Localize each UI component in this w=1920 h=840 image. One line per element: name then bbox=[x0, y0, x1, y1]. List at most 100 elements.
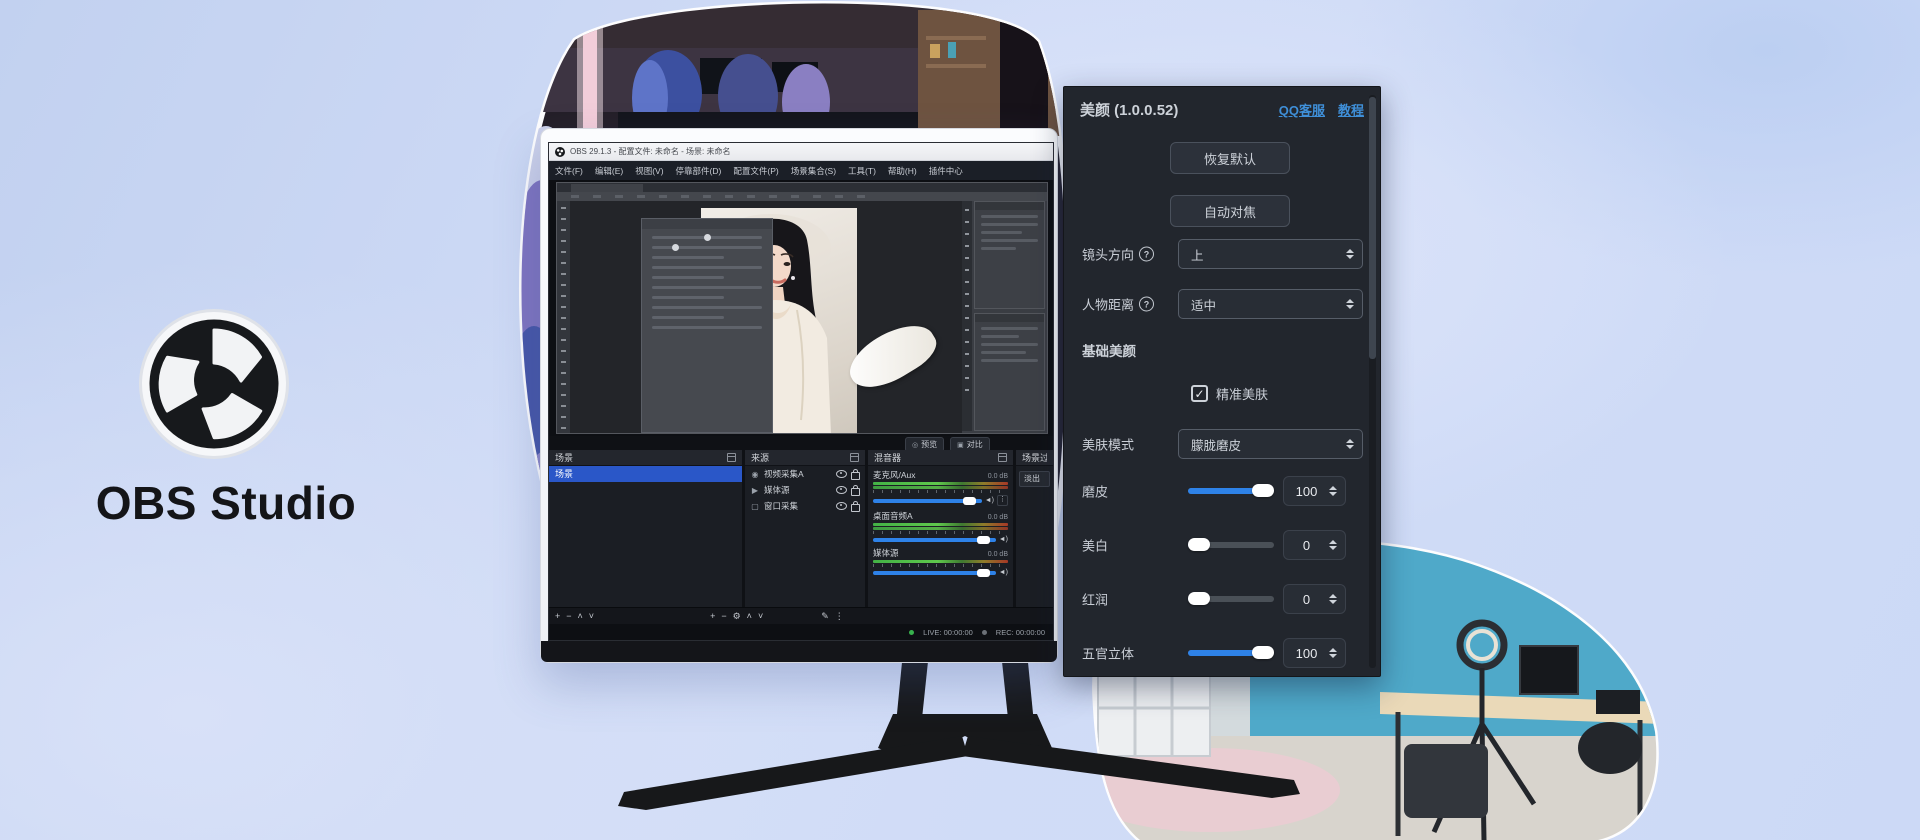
lock-icon[interactable] bbox=[851, 472, 860, 480]
mixer-dock-title: 混音器 bbox=[874, 451, 901, 464]
menu-scene-collection[interactable]: 场景集合(S) bbox=[785, 165, 842, 177]
spinner-updown-icon[interactable] bbox=[1329, 540, 1345, 550]
menu-edit[interactable]: 编辑(E) bbox=[589, 165, 629, 177]
skin-mode-label: 美肤模式 bbox=[1082, 435, 1134, 454]
chevron-updown-icon bbox=[1346, 439, 1362, 449]
facial-depth-value-spinner[interactable]: 100 bbox=[1283, 638, 1346, 668]
mixer-pen-icon[interactable]: ✎ bbox=[821, 612, 829, 621]
person-distance-select[interactable]: 适中 bbox=[1178, 289, 1363, 319]
channel-menu-icon[interactable]: ⋮ bbox=[997, 495, 1008, 506]
whitening-value-spinner[interactable]: 0 bbox=[1283, 530, 1346, 560]
source-row[interactable]: ▢ 窗口采集 bbox=[745, 498, 865, 514]
scene-down-icon[interactable]: ˅ bbox=[589, 612, 594, 621]
help-icon[interactable]: ? bbox=[1139, 297, 1154, 312]
whitening-slider[interactable] bbox=[1188, 542, 1274, 548]
add-scene-icon[interactable]: + bbox=[555, 612, 560, 621]
source-down-icon[interactable]: ˅ bbox=[758, 612, 763, 621]
person-distance-label: 人物距离 bbox=[1082, 295, 1134, 314]
transitions-dock-title: 场景过渡 bbox=[1022, 451, 1047, 464]
menu-help[interactable]: 帮助(H) bbox=[882, 165, 923, 177]
spinner-updown-icon[interactable] bbox=[1329, 486, 1345, 496]
smoothing-value-spinner[interactable]: 100 bbox=[1283, 476, 1346, 506]
help-icon[interactable]: ? bbox=[1139, 247, 1154, 262]
page: OBS Studio OBS 29.1.3 - 配置文件: 未命名 - 场景: … bbox=[0, 0, 1920, 840]
scene-list-item-selected[interactable]: 场景 bbox=[549, 466, 742, 482]
monitor-stand bbox=[600, 652, 1320, 822]
transition-select[interactable]: 淡出 bbox=[1020, 472, 1049, 486]
mixer-channel: 麦克风/Aux0.0 dB ◄)⋮ bbox=[873, 469, 1008, 506]
chevron-updown-icon bbox=[1346, 249, 1362, 259]
monitor-chin bbox=[541, 641, 1057, 662]
panel-title: 美颜 (1.0.0.52) bbox=[1080, 99, 1178, 120]
facial-depth-slider[interactable] bbox=[1188, 650, 1274, 656]
volume-slider[interactable] bbox=[873, 538, 996, 542]
scenes-dock: 场景 场景 bbox=[549, 450, 742, 607]
target-icon: ◎ bbox=[912, 441, 918, 449]
remove-source-icon[interactable]: − bbox=[721, 612, 726, 621]
tutorial-link[interactable]: 教程 bbox=[1338, 100, 1364, 119]
meter-ticks bbox=[873, 490, 1008, 493]
rosy-value-spinner[interactable]: 0 bbox=[1283, 584, 1346, 614]
whitening-label: 美白 bbox=[1082, 536, 1108, 555]
lock-icon[interactable] bbox=[851, 488, 860, 496]
basic-beauty-section-title: 基础美颜 bbox=[1082, 340, 1136, 360]
volume-slider[interactable] bbox=[873, 571, 996, 575]
rosy-slider[interactable] bbox=[1188, 596, 1274, 602]
dock-toolbars: + − ˄ ˅ + − ⚙ ˄ ˅ ✎ ⋮ bbox=[549, 607, 1053, 625]
mixer-options-icon[interactable]: ⋮ bbox=[835, 612, 844, 621]
dock-icon[interactable] bbox=[850, 453, 859, 462]
lens-direction-select[interactable]: 上 bbox=[1178, 239, 1363, 269]
precise-skin-label: 精准美肤 bbox=[1216, 384, 1268, 403]
spinner-updown-icon[interactable] bbox=[1329, 594, 1345, 604]
qq-support-link[interactable]: QQ客服 bbox=[1279, 100, 1325, 119]
obs-logo bbox=[136, 306, 292, 462]
spinner-updown-icon[interactable] bbox=[1329, 648, 1345, 658]
obs-docks: 场景 场景 来源 ◉ 视频采集A ▶ 媒体源 bbox=[549, 450, 1053, 607]
ps-tab-strip bbox=[557, 183, 1047, 192]
mixer-channel: 桌面音频A0.0 dB ◄) bbox=[873, 510, 1008, 543]
source-properties-icon[interactable]: ⚙ bbox=[733, 612, 741, 621]
autofocus-button[interactable]: 自动对焦 bbox=[1170, 195, 1290, 227]
speaker-icon[interactable]: ◄) bbox=[999, 536, 1008, 543]
dock-icon[interactable] bbox=[727, 453, 736, 462]
rec-status-dot bbox=[982, 630, 987, 635]
menu-view[interactable]: 视图(V) bbox=[629, 165, 669, 177]
ps-toolbar bbox=[557, 201, 570, 433]
visibility-eye-icon[interactable] bbox=[836, 502, 847, 510]
dock-icon[interactable] bbox=[998, 453, 1007, 462]
obs-menubar: 文件(F) 编辑(E) 视图(V) 停靠部件(D) 配置文件(P) 场景集合(S… bbox=[549, 161, 1053, 181]
brand-name: OBS Studio bbox=[58, 476, 394, 530]
volume-meter bbox=[873, 527, 1008, 530]
remove-scene-icon[interactable]: − bbox=[566, 612, 571, 621]
source-row[interactable]: ▶ 媒体源 bbox=[745, 482, 865, 498]
beauty-plugin-panel: 美颜 (1.0.0.52) QQ客服 教程 恢复默认 自动对焦 镜头方向? 上 … bbox=[1063, 86, 1381, 677]
panel-scrollbar-thumb[interactable] bbox=[1369, 97, 1376, 359]
monitor: OBS 29.1.3 - 配置文件: 未命名 - 场景: 未命名 文件(F) 编… bbox=[540, 128, 1058, 663]
menu-docks[interactable]: 停靠部件(D) bbox=[670, 165, 728, 177]
menu-plugin-center[interactable]: 插件中心 bbox=[923, 165, 969, 177]
menu-profile[interactable]: 配置文件(P) bbox=[727, 165, 784, 177]
restore-defaults-button[interactable]: 恢复默认 bbox=[1170, 142, 1290, 174]
source-row[interactable]: ◉ 视频采集A bbox=[745, 466, 865, 482]
rosy-label: 红润 bbox=[1082, 590, 1108, 609]
skin-mode-select[interactable]: 朦胧磨皮 bbox=[1178, 429, 1363, 459]
mixer-dock: 混音器 麦克风/Aux0.0 dB ◄)⋮ 桌面音频A0.0 dB bbox=[868, 450, 1013, 607]
mixer-channel: 媒体源0.0 dB ◄) bbox=[873, 547, 1008, 576]
meter-ticks bbox=[873, 564, 1008, 567]
speaker-icon[interactable]: ◄) bbox=[985, 497, 994, 504]
ps-options-bar bbox=[557, 192, 1047, 201]
precise-skin-checkbox[interactable]: ✓ bbox=[1191, 385, 1208, 402]
menu-tools[interactable]: 工具(T) bbox=[842, 165, 882, 177]
visibility-eye-icon[interactable] bbox=[836, 470, 847, 478]
rec-status: REC: 00:00:00 bbox=[996, 628, 1045, 637]
add-source-icon[interactable]: + bbox=[710, 612, 715, 621]
menu-file[interactable]: 文件(F) bbox=[549, 165, 589, 177]
visibility-eye-icon[interactable] bbox=[836, 486, 847, 494]
smoothing-slider[interactable] bbox=[1188, 488, 1274, 494]
lock-icon[interactable] bbox=[851, 504, 860, 512]
volume-slider[interactable] bbox=[873, 499, 982, 503]
speaker-icon[interactable]: ◄) bbox=[999, 569, 1008, 576]
source-up-icon[interactable]: ˄ bbox=[747, 612, 752, 621]
square-icon: ▣ bbox=[957, 441, 964, 449]
scene-up-icon[interactable]: ˄ bbox=[578, 612, 583, 621]
